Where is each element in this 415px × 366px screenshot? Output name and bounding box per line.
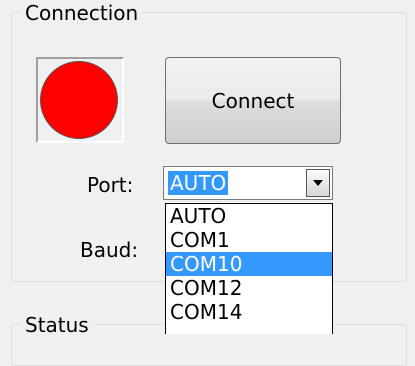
connection-indicator-frame <box>36 57 124 143</box>
port-label: Port: <box>87 173 134 197</box>
port-option[interactable]: COM14 <box>166 300 332 324</box>
port-dropdown-list: AUTO COM1 COM10 COM12 COM14 <box>165 203 333 334</box>
connect-button-label: Connect <box>211 88 295 113</box>
connection-group-title: Connection <box>20 1 144 25</box>
baud-label: Baud: <box>80 238 139 262</box>
port-dropdown-button[interactable] <box>306 169 330 197</box>
connection-status-led <box>40 61 118 139</box>
connect-button[interactable]: Connect <box>165 57 341 144</box>
port-option[interactable]: COM1 <box>166 228 332 252</box>
port-option[interactable]: AUTO <box>166 204 332 228</box>
status-group-title: Status <box>20 313 94 337</box>
port-combobox[interactable]: AUTO <box>163 166 333 200</box>
port-option[interactable]: COM12 <box>166 276 332 300</box>
chevron-down-icon <box>313 180 323 186</box>
port-selected-value: AUTO <box>168 171 229 195</box>
port-option[interactable]: COM10 <box>166 252 332 276</box>
